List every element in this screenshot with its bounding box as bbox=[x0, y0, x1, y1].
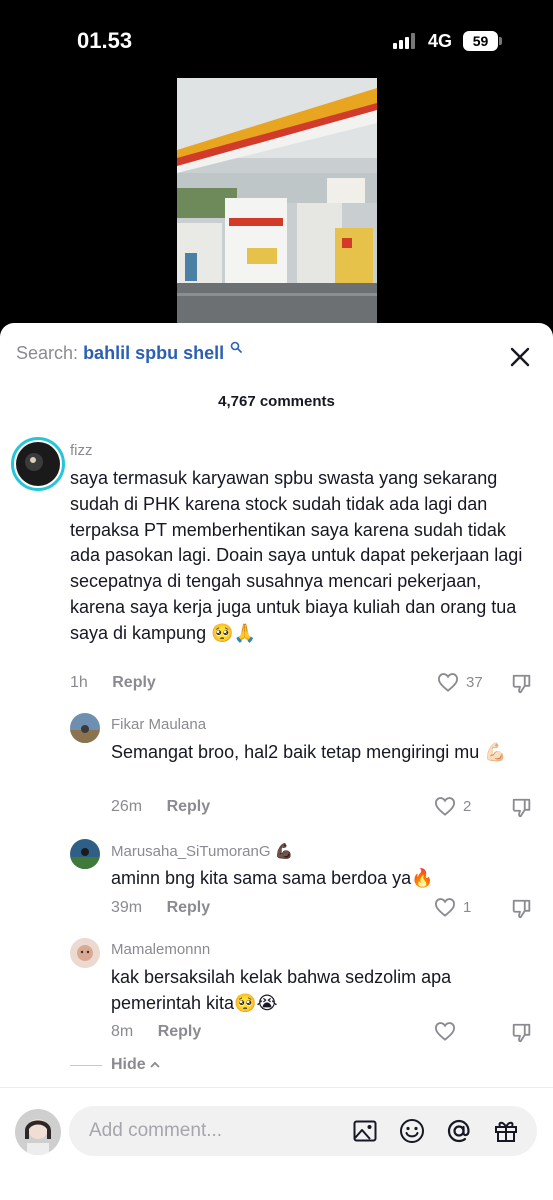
emoji-icon[interactable] bbox=[399, 1118, 425, 1144]
reply-item: Fikar Maulana Semangat broo, hal2 baik t… bbox=[0, 705, 553, 818]
reply-text-body: Semangat broo, hal2 baik tetap mengiring… bbox=[111, 742, 480, 762]
comment-item: fizz saya termasuk karyawan spbu swasta … bbox=[0, 431, 553, 694]
search-icon[interactable] bbox=[230, 341, 242, 353]
my-avatar bbox=[15, 1109, 61, 1155]
hide-replies-button[interactable]: Hide bbox=[70, 1056, 161, 1074]
reply-button[interactable]: Reply bbox=[167, 798, 211, 815]
battery-icon: 59 bbox=[463, 31, 498, 51]
reply-text-body: kak bersaksilah kelak bahwa sedzolim apa… bbox=[111, 967, 452, 1013]
reply-button[interactable]: Reply bbox=[158, 1023, 202, 1040]
close-icon[interactable] bbox=[508, 345, 532, 369]
battery-tip bbox=[499, 37, 502, 45]
like-count: 1 bbox=[463, 898, 472, 916]
reply-emoji: 💪🏻 bbox=[484, 742, 507, 762]
reply-text: Semangat broo, hal2 baik tetap mengiring… bbox=[111, 740, 531, 766]
reply-time: 26m bbox=[111, 798, 143, 815]
reply-text: aminn bng kita sama sama berdoa ya🔥 bbox=[111, 866, 531, 892]
dislike-icon[interactable] bbox=[511, 673, 533, 695]
like-count: 37 bbox=[466, 673, 483, 691]
status-bar: 01.53 4G 59 bbox=[0, 0, 553, 80]
comment-count: 4,767 comments bbox=[218, 393, 335, 410]
reply-username[interactable]: Mamalemonnn bbox=[111, 941, 210, 958]
like-button[interactable]: 2 bbox=[434, 796, 471, 816]
dislike-icon[interactable] bbox=[511, 1022, 533, 1044]
comment-emoji: 🥺🙏 bbox=[211, 622, 256, 643]
like-count: 2 bbox=[463, 797, 472, 815]
heart-icon[interactable] bbox=[434, 796, 456, 816]
like-button[interactable] bbox=[434, 1021, 463, 1041]
dislike-icon[interactable] bbox=[511, 898, 533, 920]
avatar[interactable] bbox=[70, 938, 100, 968]
comment-text: saya termasuk karyawan spbu swasta yang … bbox=[70, 466, 530, 647]
status-time: 01.53 bbox=[77, 28, 133, 53]
reply-username-text: Marusaha_SiTumoranG bbox=[111, 843, 271, 860]
network-type: 4G bbox=[428, 31, 453, 51]
like-button[interactable]: 37 bbox=[437, 672, 483, 692]
reply-text-body: aminn bng kita sama sama berdoa ya bbox=[111, 868, 412, 888]
gift-icon[interactable] bbox=[493, 1118, 519, 1144]
search-query[interactable]: bahlil spbu shell bbox=[83, 343, 224, 363]
reply-time: 39m bbox=[111, 899, 143, 916]
reply-item: Mamalemonnn kak bersaksilah kelak bahwa … bbox=[0, 930, 553, 1045]
signal-icon bbox=[393, 33, 419, 49]
hide-label: Hide bbox=[111, 1056, 146, 1073]
reply-meta: 8m Reply bbox=[111, 1023, 201, 1041]
reply-item: Marusaha_SiTumoranG 💪🏿 aminn bng kita sa… bbox=[0, 831, 553, 921]
dislike-icon[interactable] bbox=[511, 797, 533, 819]
avatar[interactable] bbox=[11, 437, 65, 491]
reply-meta: 26m Reply bbox=[111, 798, 210, 816]
video-frame bbox=[177, 78, 377, 328]
reply-text: kak bersaksilah kelak bahwa sedzolim apa… bbox=[111, 965, 511, 1017]
search-label: Search: bbox=[16, 343, 79, 363]
comment-input[interactable] bbox=[89, 1106, 339, 1156]
comment-composer bbox=[0, 1087, 553, 1200]
comment-text-body: saya termasuk karyawan spbu swasta yang … bbox=[70, 468, 523, 643]
reply-time: 8m bbox=[111, 1023, 134, 1040]
comment-input-box[interactable] bbox=[69, 1106, 537, 1156]
reply-button[interactable]: Reply bbox=[112, 674, 156, 691]
comment-time: 1h bbox=[70, 674, 88, 691]
comment-username[interactable]: fizz bbox=[70, 442, 93, 459]
like-button[interactable]: 1 bbox=[434, 897, 471, 917]
reply-emoji: 🥺😭 bbox=[234, 992, 278, 1013]
chevron-up-icon bbox=[150, 1061, 160, 1068]
image-icon[interactable] bbox=[352, 1118, 378, 1144]
reply-button[interactable]: Reply bbox=[167, 899, 211, 916]
heart-icon[interactable] bbox=[434, 1021, 456, 1041]
search-suggestion[interactable]: Search: bahlil spbu shell bbox=[16, 341, 242, 367]
mention-icon[interactable] bbox=[446, 1118, 472, 1144]
reply-username[interactable]: Fikar Maulana bbox=[111, 716, 206, 733]
reply-username[interactable]: Marusaha_SiTumoranG 💪🏿 bbox=[111, 842, 293, 860]
hide-divider bbox=[70, 1064, 102, 1066]
heart-icon[interactable] bbox=[437, 672, 459, 692]
avatar[interactable] bbox=[70, 713, 100, 743]
reply-emoji: 🔥 bbox=[411, 868, 434, 888]
heart-icon[interactable] bbox=[434, 897, 456, 917]
reply-meta: 39m Reply bbox=[111, 899, 210, 917]
video-player[interactable] bbox=[177, 78, 377, 328]
avatar[interactable] bbox=[70, 839, 100, 869]
comment-meta: 1h Reply bbox=[70, 674, 156, 692]
reply-username-emoji: 💪🏿 bbox=[274, 843, 294, 860]
comments-sheet: Search: bahlil spbu shell 4,767 comments… bbox=[0, 323, 553, 1200]
